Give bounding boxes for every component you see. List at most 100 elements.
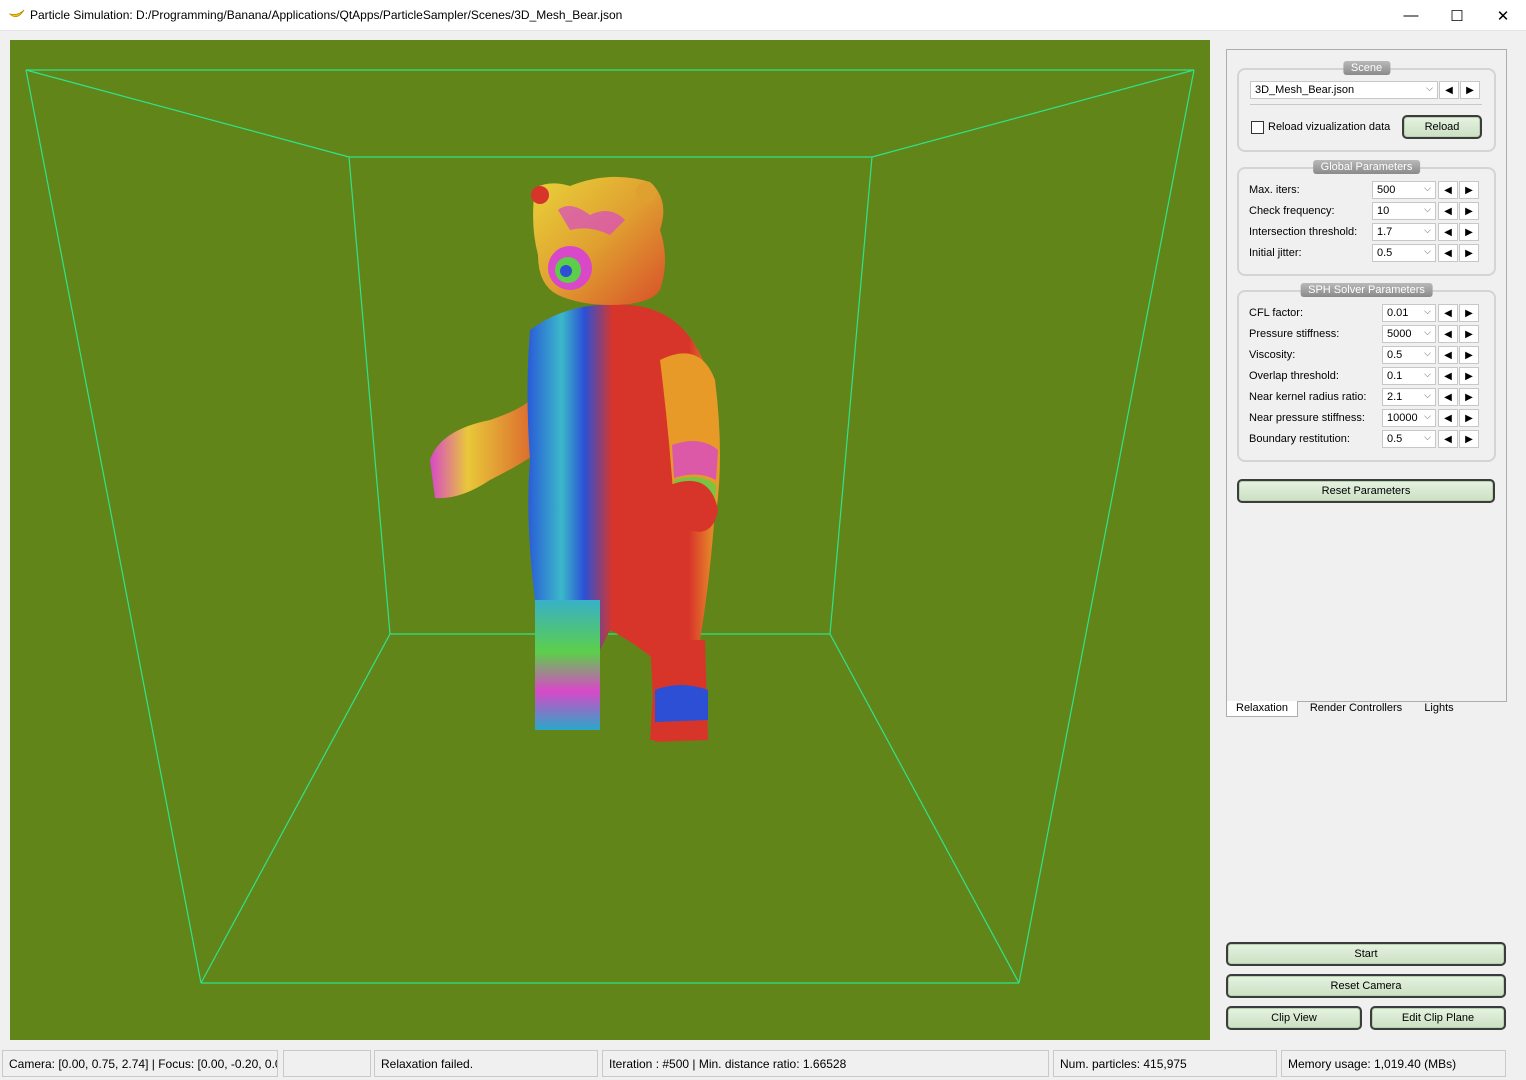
increase-button[interactable]: ▶ [1459,409,1479,427]
param-label: Overlap threshold: [1249,370,1339,382]
tab-render-controllers[interactable]: Render Controllers [1300,701,1412,717]
decrease-button[interactable]: ◀ [1438,181,1458,199]
decrease-button[interactable]: ◀ [1438,409,1458,427]
increase-button[interactable]: ▶ [1459,388,1479,406]
increase-button[interactable]: ▶ [1459,367,1479,385]
increase-button[interactable]: ▶ [1459,346,1479,364]
minimize-button[interactable]: — [1388,0,1434,31]
param-value: 5000 [1387,328,1412,340]
triangle-right-icon: ▶ [1466,84,1474,96]
viscosity-select[interactable]: 0.5 ⌵ [1382,346,1436,364]
param-row-boundary-restitution: Boundary restitution: 0.5 ⌵ ◀ ▶ [1249,430,1489,451]
decrease-button[interactable]: ◀ [1438,388,1458,406]
sph-solver-parameters-title: SPH Solver Parameters [1300,283,1433,297]
triangle-right-icon: ▶ [1465,370,1473,382]
increase-button[interactable]: ▶ [1459,430,1479,448]
increase-button[interactable]: ▶ [1459,181,1479,199]
triangle-left-icon: ◀ [1444,247,1452,259]
near-kernel-radius-ratio-select[interactable]: 2.1 ⌵ [1382,388,1436,406]
triangle-left-icon: ◀ [1444,226,1452,238]
scene-render [25,69,1195,984]
triangle-right-icon: ▶ [1465,205,1473,217]
initial-jitter-select[interactable]: 0.5 ⌵ [1372,244,1436,262]
chevron-down-icon: ⌵ [1424,225,1431,235]
param-label: Near kernel radius ratio: [1249,391,1367,403]
tab-relaxation[interactable]: Relaxation [1226,701,1298,717]
tab-lights[interactable]: Lights [1414,701,1464,717]
max-iters-select[interactable]: 500 ⌵ [1372,181,1436,199]
param-row-cfl-factor: CFL factor: 0.01 ⌵ ◀ ▶ [1249,304,1489,325]
param-row-near-pressure-stiffness: Near pressure stiffness: 10000 ⌵ ◀ ▶ [1249,409,1489,430]
param-label: Initial jitter: [1249,247,1302,259]
clip-view-button[interactable]: Clip View [1226,1006,1362,1030]
triangle-right-icon: ▶ [1465,307,1473,319]
triangle-right-icon: ▶ [1465,247,1473,259]
render-viewport[interactable] [10,40,1210,1040]
param-value: 1.7 [1377,226,1393,238]
scene-next-button[interactable]: ▶ [1460,81,1480,99]
scene-select[interactable]: 3D_Mesh_Bear.json ⌵ [1250,81,1438,99]
reload-visualization-checkbox[interactable] [1251,121,1264,134]
increase-button[interactable]: ▶ [1459,304,1479,322]
decrease-button[interactable]: ◀ [1438,346,1458,364]
decrease-button[interactable]: ◀ [1438,202,1458,220]
scene-group: Scene 3D_Mesh_Bear.json ⌵ ◀ ▶ Reload viz… [1237,61,1496,152]
increase-button[interactable]: ▶ [1459,223,1479,241]
chevron-down-icon: ⌵ [1424,306,1431,316]
triangle-left-icon: ◀ [1444,349,1452,361]
bear-particle-mesh [430,176,720,742]
near-pressure-stiffness-select[interactable]: 10000 ⌵ [1382,409,1436,427]
chevron-down-icon: ⌵ [1426,83,1433,93]
chevron-down-icon: ⌵ [1424,204,1431,214]
param-value: 10000 [1387,412,1418,424]
param-label: Viscosity: [1249,349,1296,361]
status-particles: Num. particles: 415,975 [1053,1050,1277,1077]
decrease-button[interactable]: ◀ [1438,223,1458,241]
reset-parameters-button[interactable]: Reset Parameters [1237,479,1495,503]
decrease-button[interactable]: ◀ [1438,325,1458,343]
start-button[interactable]: Start [1226,942,1506,966]
intersection-threshold-select[interactable]: 1.7 ⌵ [1372,223,1436,241]
param-label: CFL factor: [1249,307,1303,319]
decrease-button[interactable]: ◀ [1438,244,1458,262]
decrease-button[interactable]: ◀ [1438,430,1458,448]
global-parameters-title: Global Parameters [1312,160,1421,174]
boundary-restitution-select[interactable]: 0.5 ⌵ [1382,430,1436,448]
increase-button[interactable]: ▶ [1459,325,1479,343]
decrease-button[interactable]: ◀ [1438,367,1458,385]
sph-solver-parameters-group: SPH Solver Parameters CFL factor: 0.01 ⌵ … [1237,283,1496,462]
triangle-left-icon: ◀ [1444,391,1452,403]
decrease-button[interactable]: ◀ [1438,304,1458,322]
triangle-right-icon: ▶ [1465,184,1473,196]
param-row-viscosity: Viscosity: 0.5 ⌵ ◀ ▶ [1249,346,1489,367]
param-label: Pressure stiffness: [1249,328,1340,340]
param-label: Intersection threshold: [1249,226,1358,238]
pressure-stiffness-select[interactable]: 5000 ⌵ [1382,325,1436,343]
maximize-button[interactable]: ☐ [1434,0,1480,31]
status-iteration: Iteration : #500 | Min. distance ratio: … [602,1050,1049,1077]
chevron-down-icon: ⌵ [1424,348,1431,358]
param-value: 0.1 [1387,370,1403,382]
triangle-left-icon: ◀ [1444,307,1452,319]
increase-button[interactable]: ▶ [1459,202,1479,220]
close-button[interactable]: ✕ [1480,0,1526,31]
param-row-overlap-threshold: Overlap threshold: 0.1 ⌵ ◀ ▶ [1249,367,1489,388]
param-label: Max. iters: [1249,184,1300,196]
status-progress [283,1050,371,1077]
overlap-threshold-select[interactable]: 0.1 ⌵ [1382,367,1436,385]
reset-camera-button[interactable]: Reset Camera [1226,974,1506,998]
cfl-factor-select[interactable]: 0.01 ⌵ [1382,304,1436,322]
check-frequency-select[interactable]: 10 ⌵ [1372,202,1436,220]
triangle-right-icon: ▶ [1465,433,1473,445]
param-label: Boundary restitution: [1249,433,1350,445]
reload-button[interactable]: Reload [1402,115,1482,139]
scene-select-value: 3D_Mesh_Bear.json [1255,84,1355,96]
increase-button[interactable]: ▶ [1459,244,1479,262]
param-row-check-frequency: Check frequency: 10 ⌵ ◀ ▶ [1249,202,1489,223]
scene-prev-button[interactable]: ◀ [1439,81,1459,99]
banana-icon [9,9,25,18]
param-label: Check frequency: [1249,205,1335,217]
triangle-right-icon: ▶ [1465,349,1473,361]
param-value: 0.01 [1387,307,1409,319]
edit-clip-plane-button[interactable]: Edit Clip Plane [1370,1006,1506,1030]
